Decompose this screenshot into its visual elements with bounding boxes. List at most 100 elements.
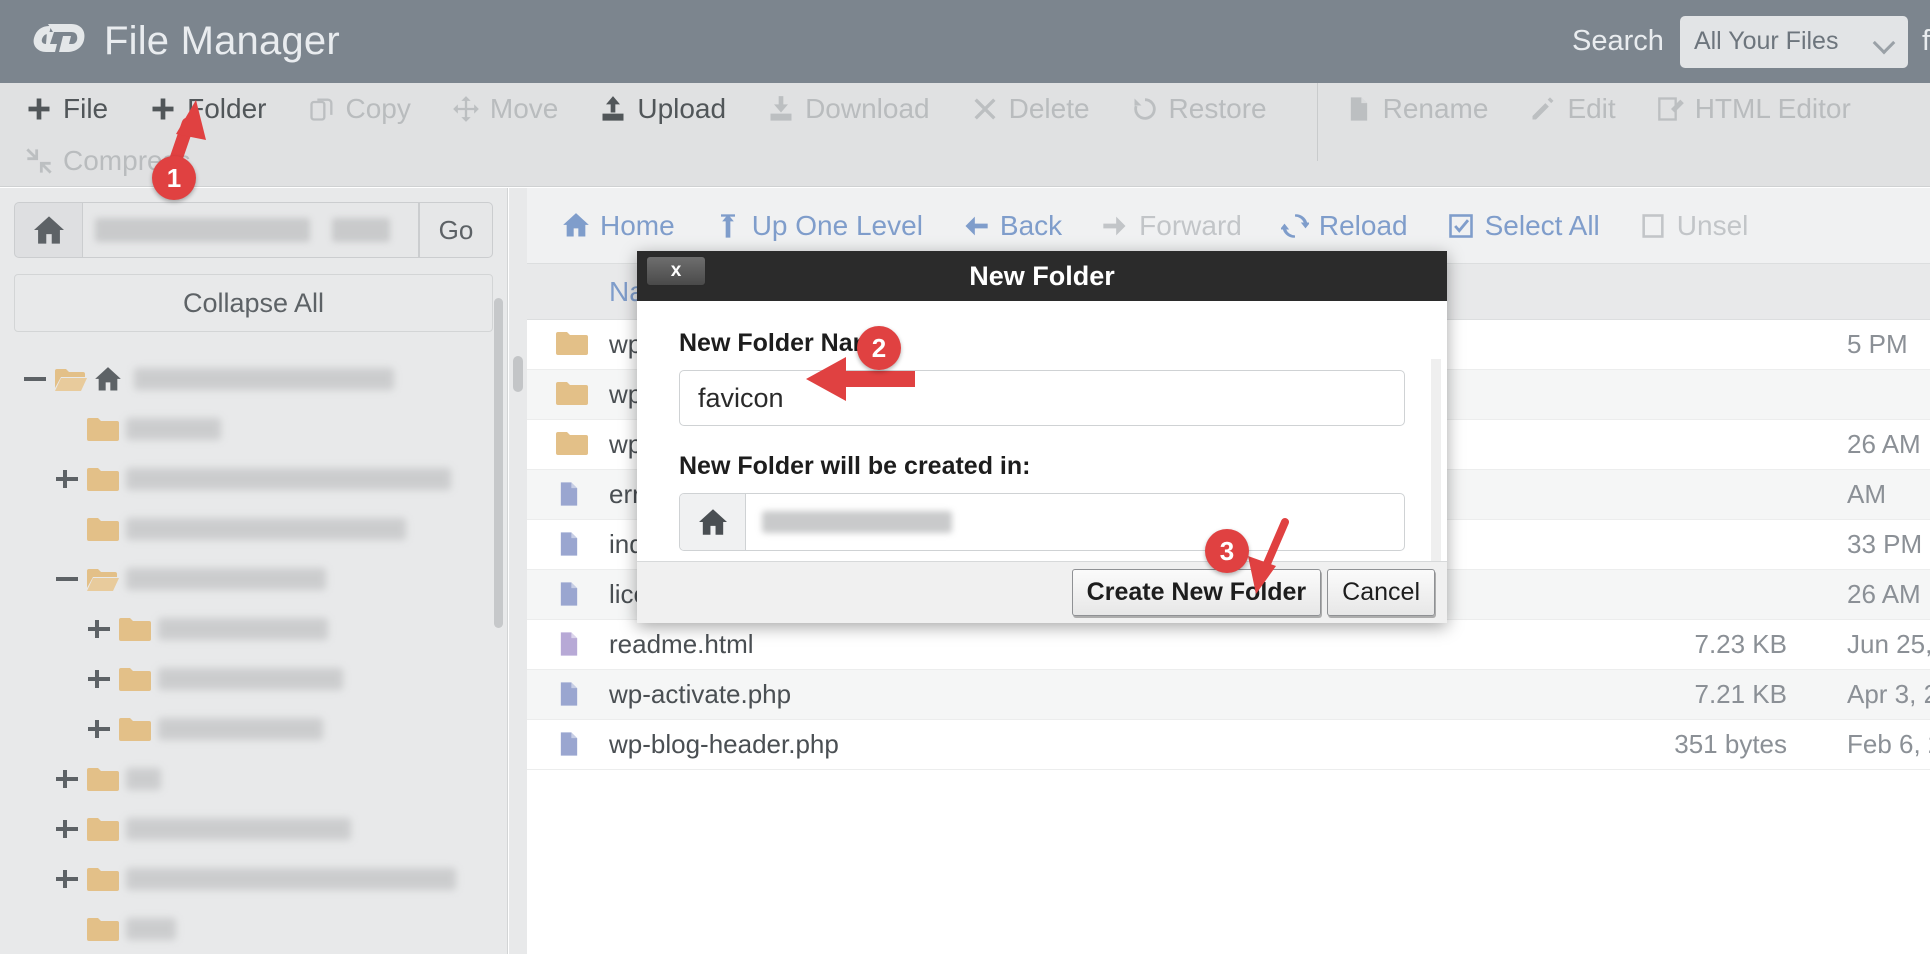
- tree-item[interactable]: [0, 454, 507, 504]
- splitter-grip-icon[interactable]: [513, 356, 523, 392]
- dialog-scrollbar[interactable]: [1431, 359, 1441, 565]
- collapse-icon[interactable]: [22, 366, 48, 392]
- sidebar-go-button[interactable]: Go: [419, 202, 493, 258]
- file-date: Jun 25, 2024, 5:30 AM: [1847, 629, 1930, 659]
- tree-item[interactable]: [0, 504, 507, 554]
- file-icon: [555, 530, 589, 560]
- nav-button-reload[interactable]: Reload: [1280, 210, 1408, 242]
- folder-icon: [555, 380, 589, 410]
- folder-icon: [86, 516, 120, 543]
- expand-icon[interactable]: [54, 816, 80, 842]
- tree-item[interactable]: [0, 554, 507, 604]
- cancel-button[interactable]: Cancel: [1327, 569, 1435, 616]
- expand-icon[interactable]: [86, 716, 112, 742]
- create-new-folder-button[interactable]: Create New Folder: [1071, 569, 1322, 616]
- new-folder-name-input[interactable]: favicon: [679, 370, 1405, 426]
- tree-item[interactable]: [0, 804, 507, 854]
- folder-tree: [0, 354, 507, 954]
- toolbar-button-file[interactable]: File: [24, 93, 108, 125]
- up-arrow-icon: [713, 211, 743, 241]
- dialog-footer: Create New Folder Cancel: [637, 561, 1447, 623]
- file-date: 5 PM: [1847, 329, 1908, 359]
- tree-item[interactable]: [0, 904, 507, 954]
- expand-icon[interactable]: [86, 666, 112, 692]
- tree-item[interactable]: [0, 404, 507, 454]
- checkbox-checked-icon: [1446, 211, 1476, 241]
- restore-icon: [1130, 94, 1160, 124]
- folder-icon: [86, 766, 120, 793]
- nav-button-home[interactable]: Home: [561, 210, 675, 242]
- tree-item-label: [126, 918, 176, 940]
- new-folder-location-value: [746, 494, 1404, 550]
- toolbar-button-upload[interactable]: Upload: [598, 93, 726, 125]
- toolbar-button-label: File: [63, 93, 109, 124]
- folder-icon: [86, 466, 120, 493]
- toolbar-button-label: Move: [489, 93, 559, 124]
- nav-button-label: Reload: [1318, 209, 1408, 241]
- table-row[interactable]: wp-activate.php 7.21 KB Apr 3, 2024, 5:26 …: [527, 670, 1930, 720]
- collapse-all-button[interactable]: Collapse All: [14, 274, 493, 332]
- nav-button-unsel: Unsel: [1638, 209, 1749, 242]
- tree-item-label: [126, 468, 451, 490]
- sidebar-home-button[interactable]: [14, 202, 82, 258]
- file-date: 26 AM: [1847, 429, 1921, 459]
- tree-item[interactable]: [0, 854, 507, 904]
- search-scope-select[interactable]: All Your Files: [1679, 15, 1908, 68]
- step-badge-3: 3: [1205, 529, 1249, 573]
- table-row[interactable]: wp-blog-header.php 351 bytes Feb 6, 2020, …: [527, 720, 1930, 770]
- close-icon[interactable]: x: [646, 256, 706, 286]
- tree-item[interactable]: [0, 754, 507, 804]
- expand-icon[interactable]: [86, 616, 112, 642]
- tree-item[interactable]: [0, 654, 507, 704]
- tree-item[interactable]: [0, 354, 507, 404]
- x-icon: [970, 94, 1000, 124]
- dialog-titlebar: x New Folder: [637, 251, 1447, 301]
- file-date: 26 AM: [1847, 579, 1921, 609]
- tree-item[interactable]: [0, 704, 507, 754]
- reload-icon: [1280, 211, 1310, 241]
- home-icon: [561, 211, 591, 241]
- expand-icon[interactable]: [54, 466, 80, 492]
- file-date: Apr 3, 2024, 5:26 AM: [1847, 679, 1930, 709]
- nav-button-select-all[interactable]: Select All: [1446, 210, 1600, 242]
- folder-open-icon: [86, 566, 120, 593]
- tree-item-label: [158, 718, 323, 740]
- sidebar-scrollbar[interactable]: [494, 298, 503, 628]
- expand-icon[interactable]: [54, 866, 80, 892]
- new-folder-location-label: New Folder will be created in:: [679, 452, 1031, 480]
- toolbar-row-secondary: Compress: [0, 135, 1930, 187]
- nav-button-back[interactable]: Back: [961, 210, 1062, 242]
- nav-button-forward: Forward: [1100, 210, 1242, 242]
- expand-icon[interactable]: [54, 766, 80, 792]
- folder-icon: [118, 666, 152, 693]
- dialog-title: New Folder: [969, 260, 1115, 291]
- download-icon: [766, 94, 796, 124]
- tree-item-label: [126, 418, 221, 440]
- file-icon: [555, 730, 589, 760]
- arrow-right-icon: [1100, 211, 1130, 241]
- folder-tree-sidebar: Go Collapse All: [0, 188, 508, 954]
- home-icon: [680, 494, 746, 550]
- nav-button-up-one-level[interactable]: Up One Level: [713, 210, 923, 242]
- pane-splitter[interactable]: [509, 188, 527, 954]
- toolbar-button-folder[interactable]: Folder: [148, 93, 267, 125]
- table-row[interactable]: readme.html 7.23 KB Jun 25, 2024, 5:30 AM: [527, 620, 1930, 670]
- nav-button-label: Select All: [1484, 209, 1600, 241]
- toolbar-button-download: Download: [766, 93, 930, 125]
- file-icon: [555, 680, 589, 710]
- toolbar-button-label: Rename: [1382, 93, 1489, 124]
- new-folder-location-field[interactable]: [679, 493, 1405, 551]
- sidebar-path-input[interactable]: [82, 202, 419, 258]
- home-icon: [94, 366, 128, 393]
- toolbar-button-restore: Restore: [1130, 93, 1267, 125]
- step-badge-1: 1: [152, 156, 196, 200]
- plus-icon: [148, 94, 178, 124]
- toolbar-button-label: Upload: [637, 93, 727, 124]
- tree-item[interactable]: [0, 604, 507, 654]
- file-date: AM: [1847, 479, 1886, 509]
- collapse-icon[interactable]: [54, 566, 80, 592]
- nav-button-label: Unsel: [1676, 209, 1749, 241]
- file-size: 351 bytes: [1674, 729, 1787, 759]
